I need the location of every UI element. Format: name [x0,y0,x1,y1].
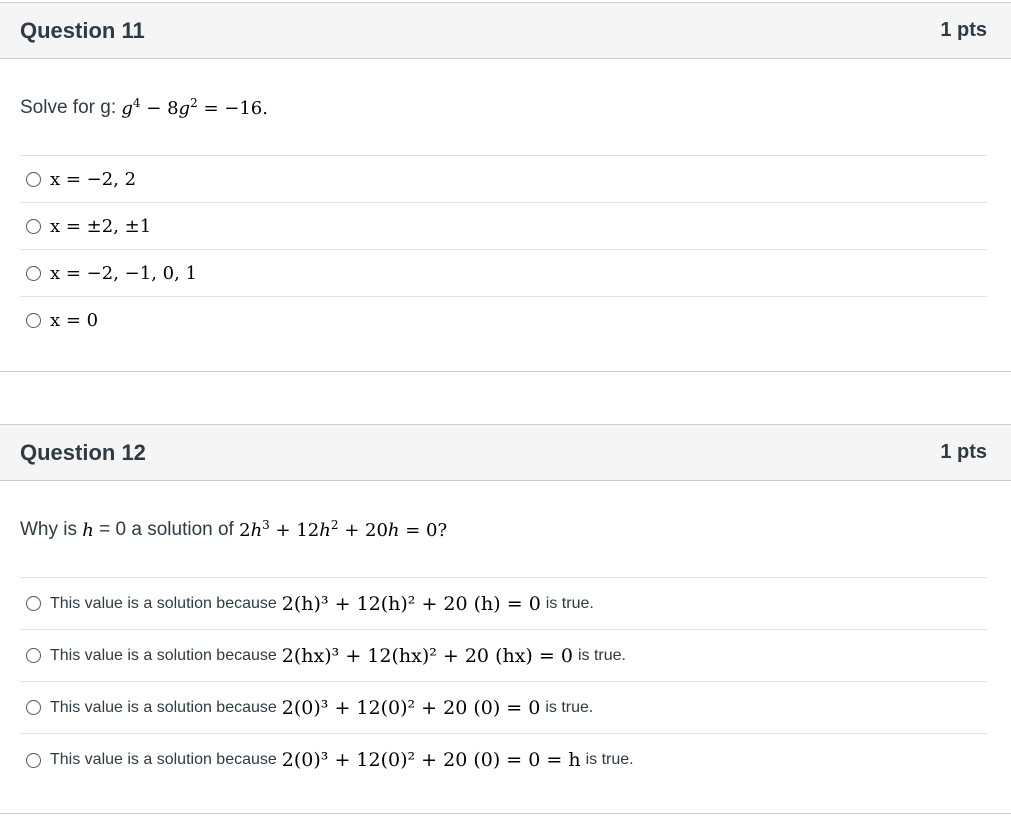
prompt-middle: = 0 a solution of [99,519,234,540]
answer-math: x = −2, 2 [50,168,137,190]
answer-prefix: This value is a solution because [50,698,277,716]
answer-suffix: is true. [585,751,634,768]
question-prompt: Why is h = 0 a solution of 2h3 + 12h2 + … [20,481,987,577]
prompt-equation: g4 − 8g2 = −16. [121,95,268,119]
answer-option[interactable]: This value is a solution because 2(0)³ +… [20,682,987,734]
answer-math: 2(h)³ + 12(h)² + 20 (h) = 0 [281,592,541,615]
radio-button[interactable] [26,218,41,234]
answer-option[interactable]: x = 0 [20,297,987,344]
answer-suffix: is true. [545,698,594,716]
question-points: 1 pts [940,19,987,41]
answer-option[interactable]: This value is a solution because 2(h)³ +… [20,578,987,630]
answer-prefix: This value is a solution because [50,751,277,768]
radio-button[interactable] [26,700,41,715]
question-title: Question 11 [20,17,145,43]
answer-list: x = −2, 2 x = ±2, ±1 x = −2, −1, 0, 1 x … [20,155,987,344]
question-12: Question 12 1 pts Why is h = 0 a solutio… [0,424,1011,814]
question-prompt: Solve for g: g4 − 8g2 = −16. [20,59,987,155]
question-points: 1 pts [940,441,987,463]
answer-option[interactable]: x = −2, −1, 0, 1 [20,250,987,297]
question-header: Question 12 1 pts [0,425,1011,481]
answer-math: 2(hx)³ + 12(hx)² + 20 (hx) = 0 [281,644,573,667]
prompt-prefix: Solve for g: [20,97,117,118]
radio-button[interactable] [26,752,41,768]
question-body: Why is h = 0 a solution of 2h3 + 12h2 + … [0,481,1011,786]
answer-math: x = −2, −1, 0, 1 [50,262,197,284]
radio-button[interactable] [26,171,41,187]
answer-suffix: is true. [577,646,626,664]
question-body: Solve for g: g4 − 8g2 = −16. x = −2, 2 x… [0,59,1011,344]
radio-button[interactable] [26,648,41,663]
answer-option[interactable]: This value is a solution because 2(hx)³ … [20,630,987,682]
answer-prefix: This value is a solution because [50,646,277,664]
question-header: Question 11 1 pts [0,3,1011,59]
answer-option[interactable]: This value is a solution because 2(0)³ +… [20,734,987,786]
answer-suffix: is true. [545,594,594,612]
answer-option[interactable]: x = ±2, ±1 [20,203,987,250]
radio-button[interactable] [26,596,41,611]
prompt-prefix: Why is [20,519,77,540]
answer-math: 2(0)³ + 12(0)² + 20 (0) = 0 [281,696,541,719]
question-title: Question 12 [20,439,146,465]
prompt-variable: h [82,519,94,541]
answer-math: x = 0 [50,310,99,331]
radio-button[interactable] [26,265,41,281]
prompt-equation: 2h3 + 12h2 + 20h = 0 [239,517,438,541]
answer-option[interactable]: x = −2, 2 [20,156,987,203]
answer-list: This value is a solution because 2(h)³ +… [20,577,987,786]
answer-math: x = ±2, ±1 [50,215,152,237]
radio-button[interactable] [26,313,41,328]
prompt-suffix: ? [437,519,448,541]
answer-prefix: This value is a solution because [50,594,277,612]
question-11: Question 11 1 pts Solve for g: g4 − 8g2 … [0,2,1011,372]
answer-math: 2(0)³ + 12(0)² + 20 (0) = 0 = h [281,749,581,771]
